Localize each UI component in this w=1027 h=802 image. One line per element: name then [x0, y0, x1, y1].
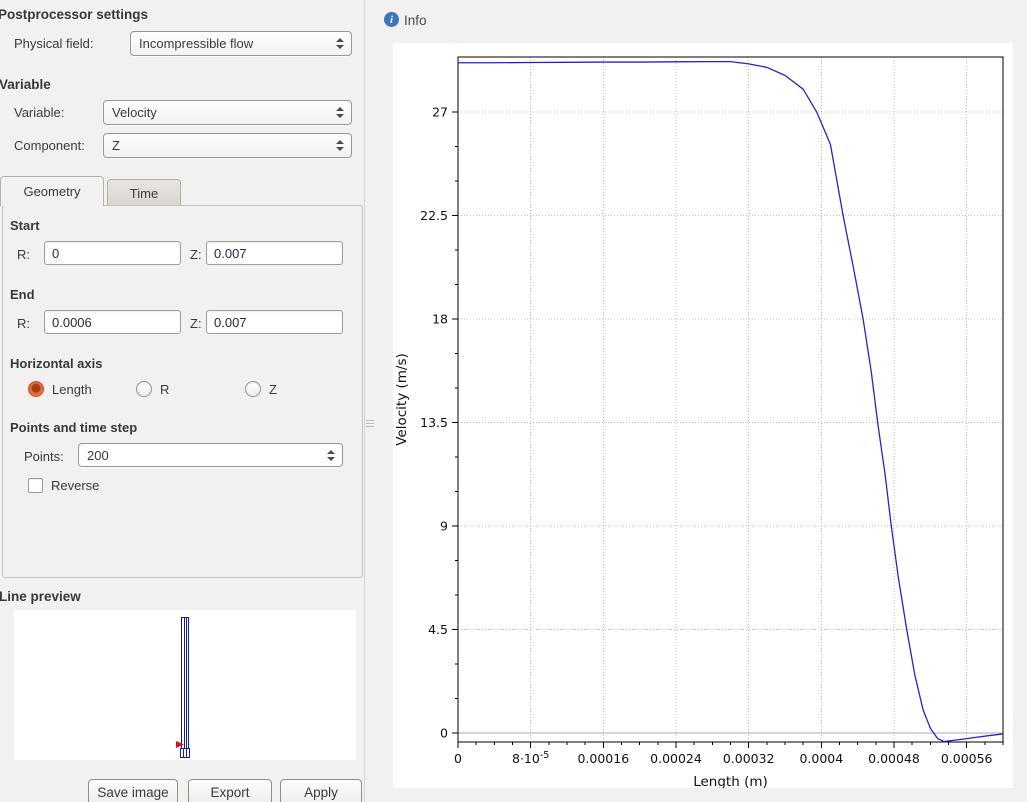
line-preview-canvas [14, 610, 356, 760]
variable-label: Variable: [14, 105, 64, 120]
physical-field-value: Incompressible flow [139, 36, 253, 51]
svg-text:9: 9 [440, 518, 448, 533]
velocity-line-chart: 0 8·10-5 0.00016 0.00024 0.00032 0.0004 0.0004… [393, 43, 1013, 788]
svg-text:0.00048: 0.00048 [868, 751, 920, 766]
radio-length[interactable] [28, 381, 44, 397]
points-section-header: Points and time step [10, 420, 137, 435]
svg-text:0: 0 [454, 751, 462, 766]
splitter-grip-icon [366, 420, 374, 421]
dropdown-arrows-icon [336, 101, 344, 124]
splitter-grip-icon [366, 426, 374, 427]
end-r-label: R: [17, 316, 30, 331]
svg-text:0.00056: 0.00056 [941, 751, 993, 766]
component-dropdown[interactable]: Z [103, 133, 352, 158]
svg-text:4.5: 4.5 [428, 622, 448, 637]
save-image-button[interactable]: Save image [88, 779, 178, 802]
svg-text:18: 18 [432, 312, 448, 327]
svg-text:22.5: 22.5 [420, 208, 448, 223]
physical-field-dropdown[interactable]: Incompressible flow [130, 31, 352, 56]
points-label: Points: [24, 449, 64, 464]
reverse-checkbox[interactable] [28, 478, 43, 493]
start-r-input[interactable] [44, 241, 181, 265]
radio-z-label: Z [269, 382, 277, 397]
svg-text:Length (m): Length (m) [693, 774, 768, 788]
dropdown-arrows-icon [336, 32, 344, 55]
info-icon: i [384, 12, 399, 27]
variable-value: Velocity [112, 105, 157, 120]
radio-z[interactable] [245, 381, 261, 397]
points-spinbox[interactable]: 200 [78, 443, 343, 467]
svg-text:0.00024: 0.00024 [650, 751, 702, 766]
svg-text:0.00016: 0.00016 [577, 751, 629, 766]
export-button[interactable]: Export [188, 779, 272, 802]
svg-text:27: 27 [432, 105, 448, 120]
tab-geometry[interactable]: Geometry [0, 176, 104, 206]
panel-splitter[interactable] [364, 0, 365, 802]
start-z-input[interactable] [206, 241, 343, 265]
physical-field-label: Physical field: [14, 36, 93, 51]
radio-r[interactable] [136, 381, 152, 397]
reverse-checkbox-label: Reverse [51, 478, 99, 493]
tab-time[interactable]: Time [107, 179, 181, 206]
dropdown-arrows-icon [336, 134, 344, 157]
end-section-header: End [10, 287, 35, 302]
svg-text:8·10-5: 8·10-5 [512, 750, 549, 766]
svg-text:0.0004: 0.0004 [799, 751, 843, 766]
geometry-preview-drawing [14, 610, 356, 760]
radio-r-label: R [160, 382, 169, 397]
horizontal-axis-section-header: Horizontal axis [10, 356, 102, 371]
radio-length-label: Length [52, 382, 92, 397]
start-section-header: Start [10, 218, 40, 233]
points-value: 200 [87, 448, 109, 463]
line-start-marker-icon [176, 741, 184, 748]
variable-dropdown[interactable]: Velocity [103, 100, 352, 125]
component-value: Z [112, 138, 120, 153]
variable-section-header: Variable [0, 77, 51, 92]
info-label: Info [404, 13, 427, 28]
component-label: Component: [14, 138, 85, 153]
splitter-grip-icon [366, 423, 374, 424]
svg-text:0: 0 [440, 725, 448, 740]
line-preview-section-header: Line preview [0, 589, 81, 604]
end-z-input[interactable] [206, 310, 343, 334]
apply-button[interactable]: Apply [280, 779, 362, 802]
chart-canvas: 0 8·10-5 0.00016 0.00024 0.00032 0.0004 0.0004… [393, 43, 1013, 788]
svg-text:13.5: 13.5 [420, 415, 448, 430]
svg-text:0.00032: 0.00032 [723, 751, 775, 766]
start-r-label: R: [17, 247, 30, 262]
end-z-label: Z: [190, 316, 202, 331]
svg-text:Velocity (m/s): Velocity (m/s) [394, 353, 410, 446]
start-z-label: Z: [190, 247, 202, 262]
spinbox-arrows-icon [327, 444, 335, 466]
postprocessor-settings-title: Postprocessor settings [0, 7, 148, 22]
end-r-input[interactable] [44, 310, 181, 334]
